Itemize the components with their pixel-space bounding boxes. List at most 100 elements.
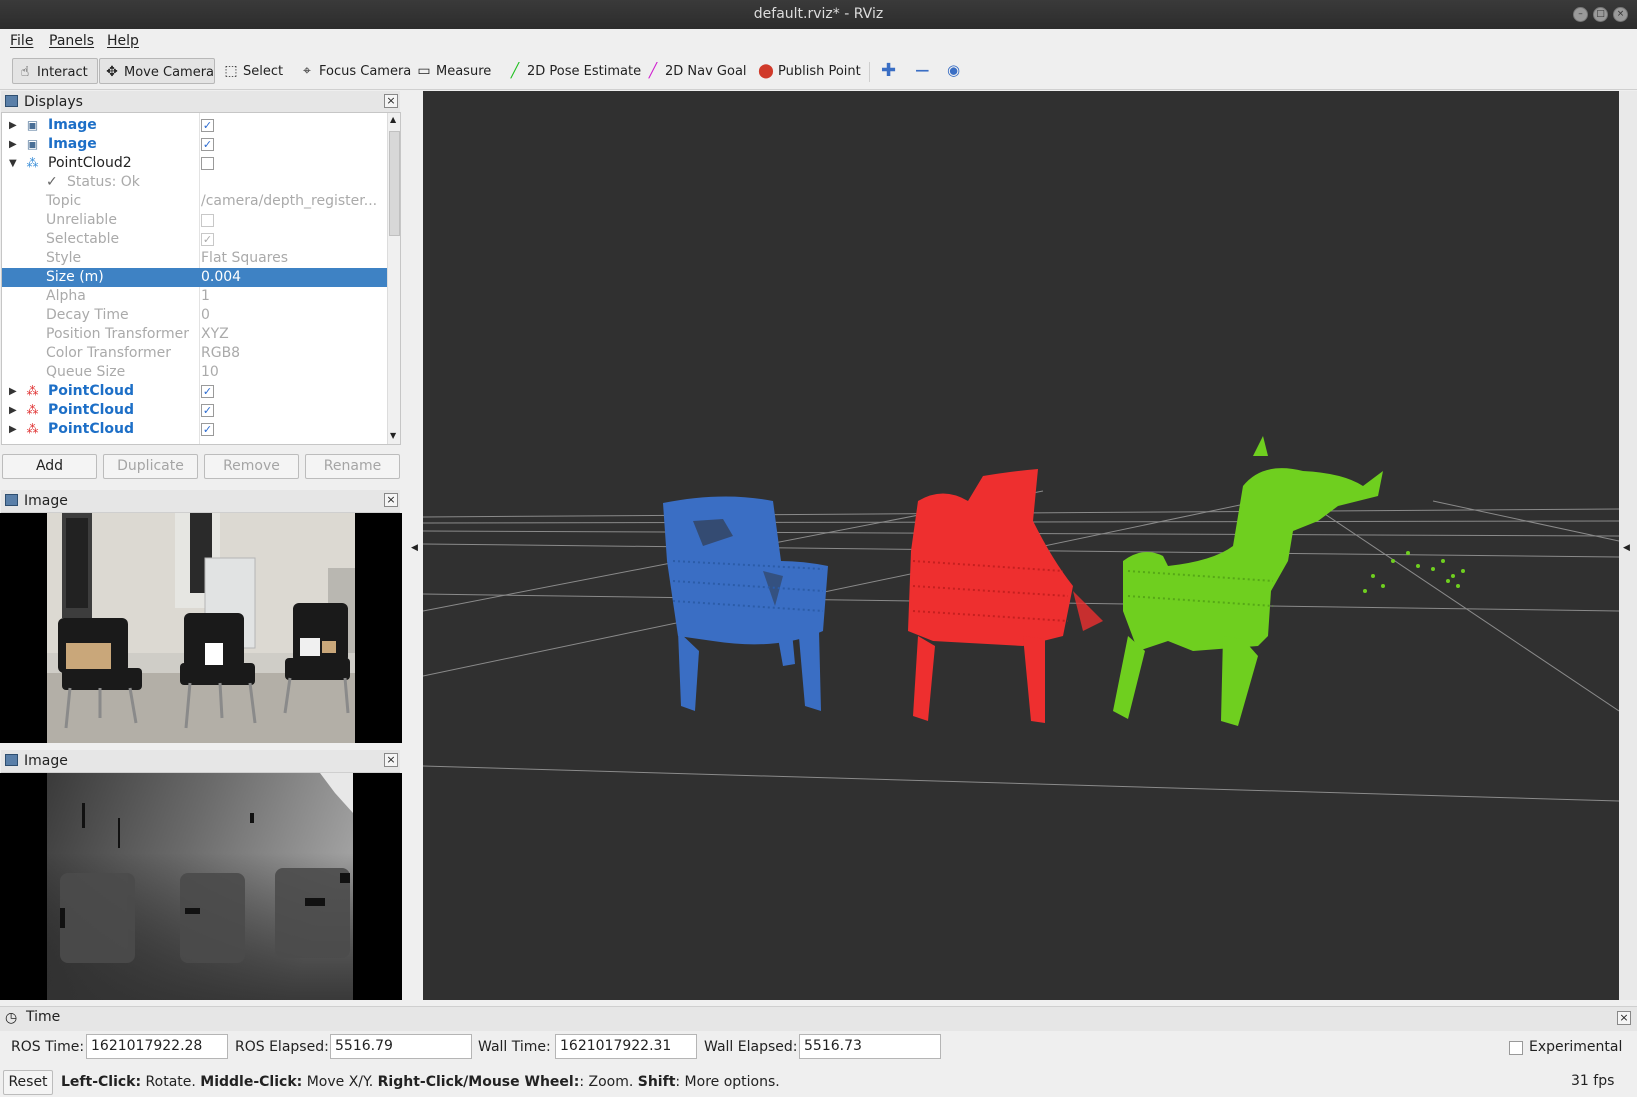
image-panel-1-close-icon[interactable]: × [384, 493, 398, 507]
display-row-value[interactable]: 10 [201, 363, 219, 382]
add-display-button[interactable]: Add [2, 454, 97, 479]
display-enabled-checkbox[interactable]: ✓ [201, 385, 214, 398]
3d-viewport[interactable] [422, 91, 1620, 1000]
close-icon[interactable]: × [1613, 7, 1628, 22]
display-enabled-checkbox[interactable]: ✓ [201, 138, 214, 151]
ros-elapsed-field[interactable]: 5516.79 [330, 1034, 472, 1059]
display-property-row[interactable]: ✓ Status: Ok [2, 173, 388, 192]
select-tool-button[interactable]: ⬚ Select [219, 58, 289, 84]
focus-camera-label: Focus Camera [319, 64, 412, 79]
collapse-right-icon[interactable]: ◀ [1623, 543, 1630, 553]
wall-time-field[interactable]: 1621017922.31 [555, 1034, 697, 1059]
minimize-icon[interactable]: – [1573, 7, 1588, 22]
displays-scrollbar[interactable]: ▲ ▼ [387, 113, 400, 444]
display-item[interactable]: ▶ ⁂ PointCloud ✓ [2, 420, 388, 439]
display-enabled-checkbox[interactable]: ✓ [201, 233, 214, 246]
right-splitter[interactable]: ◀ [1619, 91, 1637, 1000]
display-item[interactable]: ▶ ▣ Image ✓ [2, 135, 388, 154]
ros-time-field[interactable]: 1621017922.28 [86, 1034, 228, 1059]
display-enabled-checkbox[interactable]: ✓ [201, 423, 214, 436]
maximize-icon[interactable]: □ [1593, 7, 1608, 22]
time-panel-close-icon[interactable]: × [1617, 1011, 1631, 1025]
move-camera-label: Move Camera [124, 65, 215, 80]
display-enabled-checkbox[interactable] [201, 214, 214, 227]
pointcloud-icon: ⁂ [26, 422, 39, 436]
displays-tree[interactable]: ▶ ▣ Image ✓ ▶ ▣ Image ✓ ▼ ⁂ PointCloud2 ✓ Status: Ok… [1, 112, 401, 445]
time-panel-title: Time [26, 1009, 61, 1025]
expand-down-icon[interactable]: ▼ [9, 154, 17, 173]
wall-elapsed-field[interactable]: 5516.73 [799, 1034, 941, 1059]
hint-middle-click-desc: Move X/Y. [302, 1074, 378, 1090]
3d-scene[interactable] [422, 91, 1620, 1000]
expand-right-icon[interactable]: ▶ [9, 382, 17, 401]
display-property-row[interactable]: Queue Size 10 [2, 363, 388, 382]
focus-camera-tool-button[interactable]: ⌖ Focus Camera [295, 58, 417, 84]
left-splitter[interactable]: ◀ [402, 91, 423, 1000]
displays-close-icon[interactable]: × [384, 94, 398, 108]
display-enabled-checkbox[interactable]: ✓ [201, 404, 214, 417]
image-panel-2-close-icon[interactable]: × [384, 753, 398, 767]
display-row-label: Image [48, 117, 97, 133]
reset-button[interactable]: Reset [3, 1070, 53, 1095]
magenta-arrow-icon: ╱ [648, 63, 658, 79]
expand-right-icon[interactable]: ▶ [9, 116, 17, 135]
display-property-row[interactable]: Selectable ✓ [2, 230, 388, 249]
select-box-icon: ⬚ [224, 63, 238, 79]
experimental-checkbox[interactable] [1509, 1041, 1523, 1055]
display-enabled-checkbox[interactable]: ✓ [201, 119, 214, 132]
remove-tool-icon[interactable]: − [914, 58, 931, 82]
display-row-value[interactable]: RGB8 [201, 344, 240, 363]
scroll-up-icon[interactable]: ▲ [390, 115, 396, 124]
expand-right-icon[interactable]: ▶ [9, 135, 17, 154]
display-row-label: Size (m) [46, 269, 104, 285]
status-bar: Reset Left-Click: Rotate. Middle-Click: … [0, 1068, 1637, 1097]
display-property-row[interactable]: Style Flat Squares [2, 249, 388, 268]
image-panel-1-header: Image × [1, 490, 400, 513]
scroll-thumb[interactable] [389, 131, 400, 236]
measure-tool-button[interactable]: ▭ Measure [412, 58, 497, 84]
duplicate-display-button[interactable]: Duplicate [103, 454, 198, 479]
display-property-row[interactable]: Size (m) 0.004 [2, 268, 388, 287]
image-panel-2-title: Image [24, 753, 68, 769]
display-row-value[interactable]: 0.004 [201, 268, 241, 287]
display-row-value[interactable]: XYZ [201, 325, 229, 344]
eye-icon[interactable]: ◉ [947, 61, 960, 79]
add-tool-icon[interactable]: ✚ [881, 60, 896, 81]
expand-right-icon[interactable]: ▶ [9, 420, 17, 439]
publish-point-tool-button[interactable]: ⬤ Publish Point [754, 58, 867, 84]
menu-file[interactable]: File [10, 33, 33, 49]
menu-panels[interactable]: Panels [49, 33, 94, 49]
blue-point-cloud [663, 496, 828, 711]
image-icon [5, 494, 18, 506]
display-property-row[interactable]: Color Transformer RGB8 [2, 344, 388, 363]
image-display-icon: ▣ [26, 118, 39, 132]
rgb-camera-image [47, 513, 355, 743]
display-item[interactable]: ▶ ⁂ PointCloud ✓ [2, 401, 388, 420]
hand-icon: ☝ [20, 64, 30, 80]
remove-display-button[interactable]: Remove [204, 454, 299, 479]
display-row-label: Topic [46, 193, 82, 209]
display-property-row[interactable]: Unreliable [2, 211, 388, 230]
display-row-value[interactable]: 0 [201, 306, 210, 325]
display-row-value[interactable]: 1 [201, 287, 210, 306]
nav-goal-tool-button[interactable]: ╱ 2D Nav Goal [641, 58, 753, 84]
display-property-row[interactable]: Position Transformer XYZ [2, 325, 388, 344]
display-item[interactable]: ▼ ⁂ PointCloud2 [2, 154, 388, 173]
display-enabled-checkbox[interactable] [201, 157, 214, 170]
display-row-value[interactable]: /camera/depth_register... [201, 192, 377, 211]
move-camera-tool-button[interactable]: ✥ Move Camera [99, 58, 215, 84]
menu-help[interactable]: Help [107, 33, 139, 49]
display-property-row[interactable]: Alpha 1 [2, 287, 388, 306]
display-item[interactable]: ▶ ⁂ PointCloud ✓ [2, 382, 388, 401]
rename-display-button[interactable]: Rename [305, 454, 400, 479]
depth-camera-image [47, 773, 353, 1000]
collapse-left-icon[interactable]: ◀ [411, 543, 418, 553]
display-row-value[interactable]: Flat Squares [201, 249, 288, 268]
expand-right-icon[interactable]: ▶ [9, 401, 17, 420]
display-item[interactable]: ▶ ▣ Image ✓ [2, 116, 388, 135]
interact-tool-button[interactable]: ☝ Interact [12, 58, 98, 84]
scroll-down-icon[interactable]: ▼ [390, 431, 396, 440]
display-property-row[interactable]: Decay Time 0 [2, 306, 388, 325]
display-property-row[interactable]: Topic/camera/depth_register... [2, 192, 388, 211]
pose-estimate-tool-button[interactable]: ╱ 2D Pose Estimate [503, 58, 647, 84]
